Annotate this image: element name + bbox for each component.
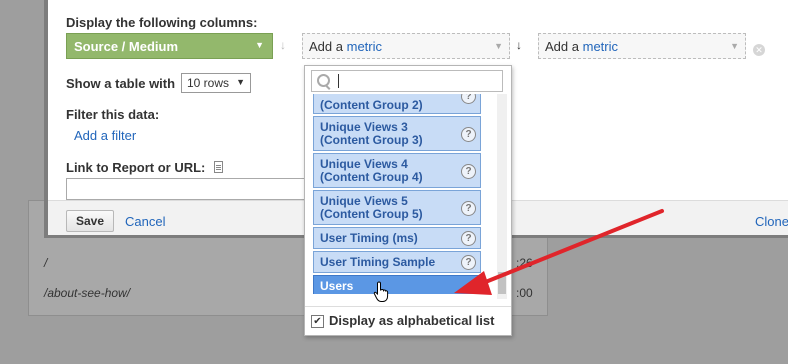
search-input[interactable] (311, 70, 503, 92)
list-item[interactable]: (Content Group 2) ? (313, 94, 481, 114)
list-item[interactable]: Unique Views 3 (Content Group 3) ? (313, 116, 481, 151)
help-icon[interactable]: ? (461, 164, 476, 179)
chevron-down-icon: ▼ (236, 77, 245, 87)
item-label: (Content Group 3) (320, 133, 423, 147)
add-metric-select-2[interactable]: Add a metric ▼ (538, 33, 746, 59)
cancel-link[interactable]: Cancel (125, 214, 165, 229)
rows-value: 10 rows (187, 76, 230, 90)
annotation-arrow-icon (454, 209, 664, 295)
metric-prefix: Add a (545, 39, 579, 54)
table-rows-label: Show a table with (66, 76, 176, 91)
dimension-label: Source / Medium (74, 39, 179, 54)
chevron-down-icon: ▼ (494, 41, 503, 51)
list-item[interactable]: Unique Views 4 (Content Group 4) ? (313, 153, 481, 188)
metric-word: metric (582, 39, 618, 54)
columns-label: Display the following columns: (66, 15, 258, 30)
dropdown-footer: ✔ Display as alphabetical list (305, 306, 511, 335)
alphabetical-checkbox[interactable]: ✔ (311, 315, 324, 328)
filter-label: Filter this data: (66, 107, 160, 122)
hand-cursor-icon (373, 281, 389, 302)
item-label: User Timing (ms) (320, 231, 418, 245)
chevron-down-icon: ▼ (255, 40, 264, 50)
item-label: (Content Group 2) (320, 98, 423, 112)
item-label: (Content Group 4) (320, 170, 423, 184)
save-button[interactable]: Save (66, 210, 114, 232)
help-icon[interactable]: ? (461, 127, 476, 142)
document-icon[interactable] (214, 161, 223, 173)
item-label: User Timing Sample (320, 255, 436, 269)
link-url-input[interactable] (66, 178, 306, 200)
close-icon[interactable]: ✕ (753, 44, 765, 56)
sort-arrow-icon[interactable]: ↓ (516, 38, 522, 52)
item-label: Users (320, 279, 354, 293)
add-filter-link[interactable]: Add a filter (74, 128, 136, 143)
rows-select[interactable]: 10 rows ▼ (181, 73, 251, 93)
metric-prefix: Add a (309, 39, 343, 54)
clone-link[interactable]: Clone (755, 214, 788, 229)
dimension-select[interactable]: Source / Medium ▼ (66, 33, 273, 59)
item-label: (Content Group 5) (320, 207, 423, 221)
page-path: / (44, 256, 48, 270)
add-metric-select-1[interactable]: Add a metric ▼ (302, 33, 510, 59)
chevron-down-icon: ▼ (730, 41, 739, 51)
help-icon[interactable]: ? (461, 94, 476, 104)
metric-word: metric (346, 39, 382, 54)
link-label: Link to Report or URL: (66, 160, 206, 175)
text-cursor (338, 74, 339, 88)
page-path: /about-see-how/ (44, 286, 131, 300)
alphabetical-label: Display as alphabetical list (329, 313, 495, 328)
sort-arrow-icon[interactable]: ↓ (280, 38, 286, 52)
search-icon (317, 74, 330, 87)
